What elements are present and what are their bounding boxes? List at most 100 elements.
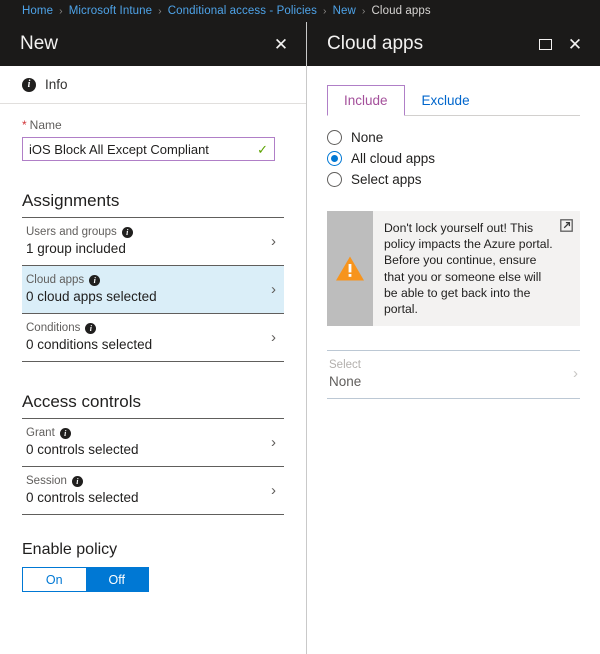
chevron-right-icon: › [271, 232, 276, 250]
chevron-right-icon: › [271, 280, 276, 298]
nav-row-grant[interactable]: Grant i 0 controls selected › [22, 419, 284, 467]
close-icon: ✕ [273, 34, 289, 54]
access-controls-list: Grant i 0 controls selected › Session i [22, 418, 284, 515]
blades-container: New ✕ i Info *Name ✓ Assignments [0, 22, 600, 654]
info-icon[interactable]: i [59, 427, 71, 439]
nav-row-label-text: Users and groups [26, 226, 117, 238]
nav-row-label: Grant i [26, 427, 139, 439]
breadcrumb-item-home[interactable]: Home [22, 5, 53, 17]
warning-text: Don't lock yourself out! This policy imp… [384, 221, 553, 317]
new-policy-blade: New ✕ i Info *Name ✓ Assignments [0, 22, 307, 654]
name-input-wrapper: ✓ [22, 137, 275, 161]
name-field-label: * Name [22, 118, 284, 132]
close-icon: ✕ [567, 34, 583, 54]
azure-portal-screen: Home › Microsoft Intune › Conditional ac… [0, 0, 600, 654]
radio-all-cloud-apps-label: All cloud apps [351, 151, 436, 166]
chevron-right-icon: › [573, 365, 578, 383]
radio-none-icon[interactable] [327, 130, 342, 145]
external-link-icon[interactable] [560, 219, 573, 232]
nav-row-label-text: Grant [26, 427, 55, 439]
nav-row-label: Cloud apps i [26, 274, 157, 286]
assignments-section-title: Assignments [22, 191, 120, 210]
nav-row-conditions[interactable]: Conditions i 0 conditions selected › [22, 314, 284, 362]
radio-none-label: None [351, 130, 384, 145]
chevron-right-icon: › [271, 433, 276, 451]
select-apps-list: Select None › [327, 350, 580, 400]
new-policy-blade-header: New ✕ [0, 22, 306, 66]
name-label-text: Name [29, 118, 62, 132]
close-button[interactable]: ✕ [560, 29, 590, 59]
cloud-apps-radio-group: None All cloud apps Select apps [327, 130, 580, 187]
nav-row-texts: Cloud apps i 0 cloud apps selected [26, 274, 157, 304]
lockout-warning-panel: Don't lock yourself out! This policy imp… [327, 211, 580, 327]
nav-row-label: Conditions i [26, 322, 152, 334]
warning-icon-column [327, 211, 373, 327]
toggle-option-on[interactable]: On [23, 568, 86, 591]
radio-row-select-apps[interactable]: Select apps [327, 172, 580, 187]
tab-include[interactable]: Include [327, 85, 405, 116]
select-row: Select None › [327, 351, 580, 400]
nav-row-texts: Users and groups i 1 group included [26, 226, 133, 256]
nav-row-value: 0 controls selected [26, 442, 139, 457]
nav-row-label: Users and groups i [26, 226, 133, 238]
include-exclude-tabs: Include Exclude [327, 84, 580, 116]
restore-icon [538, 38, 552, 50]
info-icon[interactable]: i [71, 475, 83, 487]
close-button[interactable]: ✕ [266, 29, 296, 59]
breadcrumb-item-new[interactable]: New [333, 5, 356, 17]
breadcrumb-item-conditional-access-policies[interactable]: Conditional access - Policies [168, 5, 317, 17]
breadcrumb-separator-icon: › [158, 5, 162, 17]
radio-row-all-cloud-apps[interactable]: All cloud apps [327, 151, 580, 166]
new-policy-form: *Name ✓ Assignments Users and groups i [0, 104, 306, 654]
enable-policy-toggle[interactable]: On Off [22, 567, 149, 592]
nav-row-value: 0 cloud apps selected [26, 289, 157, 304]
cloud-apps-content: Include Exclude None All cloud apps Sele… [307, 66, 600, 654]
info-icon[interactable]: i [121, 226, 133, 238]
nav-row-texts: Conditions i 0 conditions selected [26, 322, 152, 352]
breadcrumb-separator-icon: › [323, 5, 327, 17]
breadcrumb-item-cloud-apps[interactable]: Cloud apps [372, 5, 431, 17]
info-icon[interactable]: i [89, 274, 101, 286]
info-icon[interactable]: i [85, 322, 97, 334]
cloud-apps-blade-title: Cloud apps [327, 33, 424, 54]
nav-row-label-text: Session [26, 475, 67, 487]
select-row-label: Select [329, 358, 361, 371]
breadcrumb-separator-icon: › [59, 5, 63, 17]
radio-select-apps-icon[interactable] [327, 172, 342, 187]
valid-check-icon: ✓ [257, 141, 268, 157]
nav-row-label: Session i [26, 475, 139, 487]
enable-policy-label: Enable policy [22, 541, 118, 558]
access-controls-section-title: Access controls [22, 392, 142, 411]
chevron-right-icon: › [271, 481, 276, 499]
restore-button[interactable] [530, 29, 560, 59]
breadcrumb-item-microsoft-intune[interactable]: Microsoft Intune [69, 5, 152, 17]
select-row-texts: Select None [329, 359, 361, 389]
cloud-apps-blade-header: Cloud apps ✕ [307, 22, 600, 66]
info-bar[interactable]: i Info [0, 66, 306, 104]
warning-body: Don't lock yourself out! This policy imp… [373, 211, 580, 326]
nav-row-label-text: Conditions [26, 322, 81, 334]
nav-row-value: 0 conditions selected [26, 337, 153, 352]
assignments-list: Users and groups i 1 group included › Cl… [22, 217, 284, 362]
nav-row-texts: Grant i 0 controls selected [26, 427, 139, 457]
nav-row-label-text: Cloud apps [26, 274, 85, 286]
warning-triangle-icon [335, 255, 365, 282]
nav-row-session[interactable]: Session i 0 controls selected › [22, 467, 284, 515]
required-marker: * [22, 118, 27, 132]
name-input[interactable] [23, 138, 274, 160]
radio-all-cloud-apps-icon[interactable] [327, 151, 342, 166]
chevron-right-icon: › [271, 328, 276, 346]
radio-row-none[interactable]: None [327, 130, 580, 145]
tab-exclude[interactable]: Exclude [405, 85, 487, 116]
nav-row-texts: Session i 0 controls selected [26, 475, 139, 505]
select-row-value: None [329, 373, 362, 389]
breadcrumb-separator-icon: › [361, 5, 366, 17]
cloud-apps-blade: Cloud apps ✕ Include Exclude None All cl… [307, 22, 600, 654]
enable-policy-block: Enable policy On Off [22, 541, 284, 592]
nav-row-value: 1 group included [26, 241, 126, 256]
breadcrumb: Home › Microsoft Intune › Conditional ac… [0, 0, 600, 22]
toggle-option-off[interactable]: Off [85, 568, 148, 591]
nav-row-users-and-groups[interactable]: Users and groups i 1 group included › [22, 218, 284, 266]
nav-row-cloud-apps[interactable]: Cloud apps i 0 cloud apps selected › [22, 266, 284, 314]
radio-select-apps-label: Select apps [351, 172, 422, 187]
